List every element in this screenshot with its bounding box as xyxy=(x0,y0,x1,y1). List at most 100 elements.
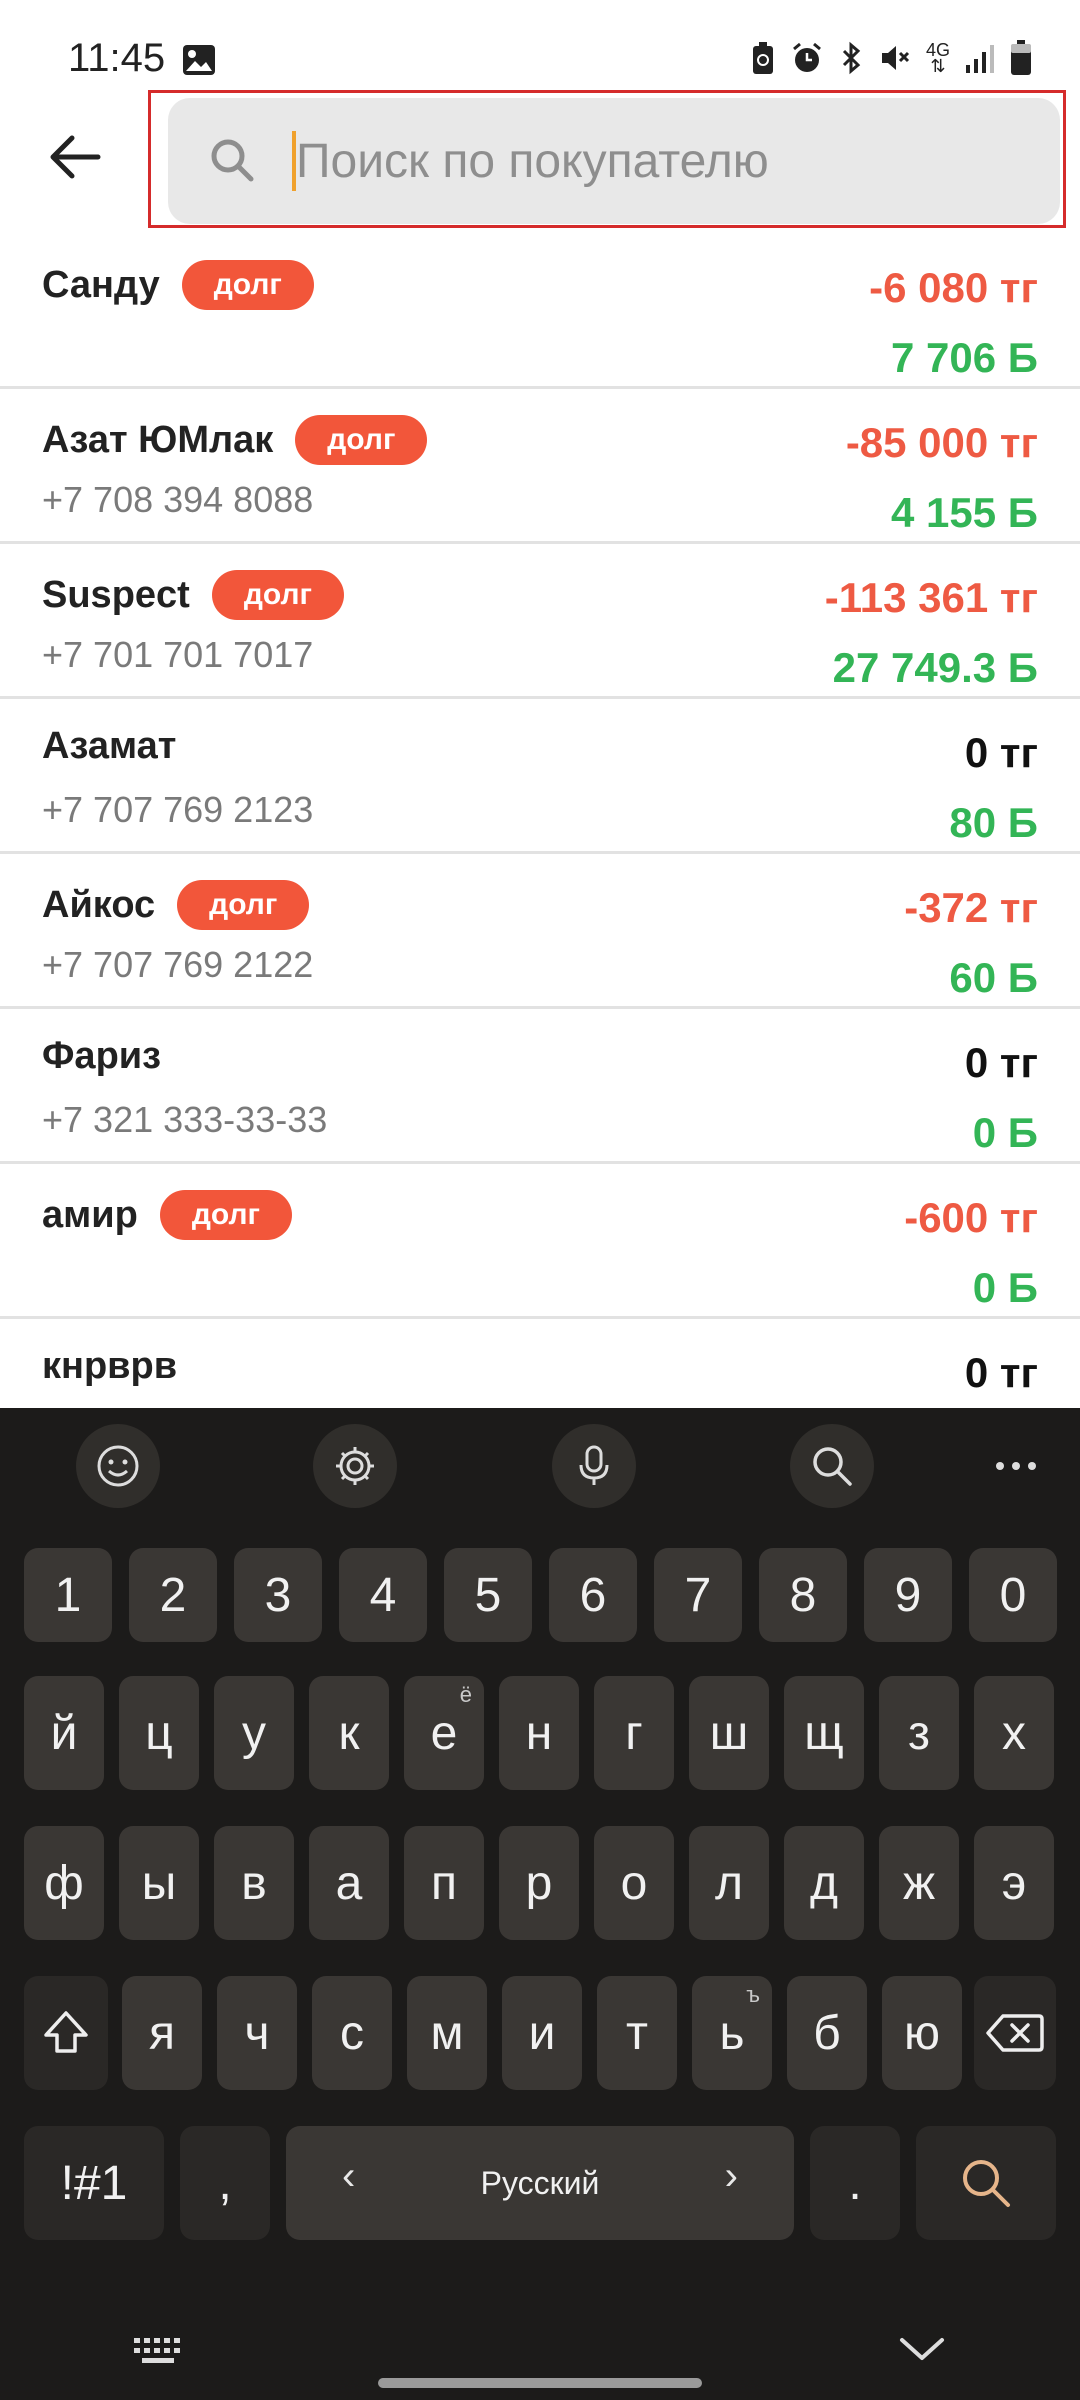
status-time: 11:45 xyxy=(68,36,166,80)
customer-balance: -85 000 тг xyxy=(845,419,1038,466)
key-letter[interactable]: й xyxy=(24,1676,104,1790)
customer-balance: 0 тг xyxy=(964,729,1038,776)
comma-key[interactable]: , xyxy=(180,2126,270,2240)
customer-row[interactable]: Азат ЮМлак долг +7 708 394 8088 -85 000 тг 4… xyxy=(0,389,1080,544)
key-letter[interactable]: ы xyxy=(119,1826,199,1940)
key-letter[interactable]: ш xyxy=(689,1676,769,1790)
key-label: . xyxy=(848,2156,862,2210)
space-key[interactable]: Русский ‹ › xyxy=(286,2126,794,2240)
key-letter[interactable]: д xyxy=(784,1826,864,1940)
cursor-right-icon[interactable]: › xyxy=(725,2154,738,2199)
key-letter[interactable]: а xyxy=(309,1826,389,1940)
key-letter[interactable]: б xyxy=(787,1976,867,2090)
key-letter[interactable]: п xyxy=(404,1826,484,1940)
key-label: 3 xyxy=(264,1568,292,1622)
customer-balance: -600 тг xyxy=(904,1194,1038,1241)
customer-bonus: 27 749.3 Б xyxy=(832,644,1038,691)
key-label: т xyxy=(626,2006,648,2060)
key-letter[interactable]: л xyxy=(689,1826,769,1940)
key-8[interactable]: 8 xyxy=(759,1548,847,1642)
key-7[interactable]: 7 xyxy=(654,1548,742,1642)
key-letter[interactable]: я xyxy=(122,1976,202,2090)
key-label: у xyxy=(242,1706,266,1760)
key-5[interactable]: 5 xyxy=(444,1548,532,1642)
customer-name-line: Азамат xyxy=(42,725,176,768)
key-6[interactable]: 6 xyxy=(549,1548,637,1642)
key-2[interactable]: 2 xyxy=(129,1548,217,1642)
backspace-key[interactable] xyxy=(974,1976,1056,2090)
key-1[interactable]: 1 xyxy=(24,1548,112,1642)
shift-key[interactable] xyxy=(24,1976,108,2090)
key-letter[interactable]: ьъ xyxy=(692,1976,772,2090)
more-icon[interactable] xyxy=(974,1424,1058,1508)
key-letter[interactable]: х xyxy=(974,1676,1054,1790)
key-letter[interactable]: щ xyxy=(784,1676,864,1790)
key-letter[interactable]: и xyxy=(502,1976,582,2090)
key-letter[interactable]: ц xyxy=(119,1676,199,1790)
key-4[interactable]: 4 xyxy=(339,1548,427,1642)
key-label: ж xyxy=(902,1856,936,1910)
key-letter[interactable]: з xyxy=(879,1676,959,1790)
key-letter[interactable]: ф xyxy=(24,1826,104,1940)
bluetooth-icon xyxy=(838,41,864,75)
key-letter[interactable]: р xyxy=(499,1826,579,1940)
key-letter[interactable]: т xyxy=(597,1976,677,2090)
key-letter[interactable]: ж xyxy=(879,1826,959,1940)
customer-name-line: Фариз xyxy=(42,1035,161,1078)
customer-name: Азамат xyxy=(42,725,177,767)
customer-row[interactable]: кнрврв 0 тг xyxy=(0,1319,1080,1408)
customer-row[interactable]: Санду долг -6 080 тг 7 706 Б xyxy=(0,234,1080,389)
search-box[interactable] xyxy=(168,98,1060,224)
key-letter[interactable]: ю xyxy=(882,1976,962,2090)
customer-name: Азат ЮМлак xyxy=(42,418,274,461)
gallery-icon xyxy=(182,44,216,81)
key-label: , xyxy=(218,2156,232,2210)
key-9[interactable]: 9 xyxy=(864,1548,952,1642)
key-letter[interactable]: ч xyxy=(217,1976,297,2090)
key-letter[interactable]: её xyxy=(404,1676,484,1790)
home-indicator[interactable] xyxy=(378,2378,702,2388)
customer-row[interactable]: амир долг -600 тг 0 Б xyxy=(0,1164,1080,1319)
customer-phone: +7 707 769 2122 xyxy=(42,944,314,985)
key-label: к xyxy=(338,1706,360,1760)
customer-bonus: 0 Б xyxy=(972,1264,1038,1311)
key-letter[interactable]: к xyxy=(309,1676,389,1790)
customer-name: Айкос xyxy=(42,883,156,926)
key-label: с xyxy=(340,2006,364,2060)
keyboard-search-icon[interactable] xyxy=(790,1424,874,1508)
key-3[interactable]: 3 xyxy=(234,1548,322,1642)
period-key[interactable]: . xyxy=(810,2126,900,2240)
emoji-icon[interactable] xyxy=(76,1424,160,1508)
customer-row[interactable]: Suspect долг +7 701 701 7017 -113 361 тг 27 … xyxy=(0,544,1080,699)
keyboard-switch-icon[interactable] xyxy=(132,2336,184,2371)
key-0[interactable]: 0 xyxy=(969,1548,1057,1642)
hide-keyboard-icon[interactable] xyxy=(898,2332,946,2371)
key-letter[interactable]: в xyxy=(214,1826,294,1940)
symbols-key[interactable]: !#1 xyxy=(24,2126,164,2240)
key-label: я xyxy=(149,2006,175,2060)
customer-balance: 0 тг xyxy=(964,1349,1038,1396)
key-label: 1 xyxy=(54,1568,82,1622)
search-action-key[interactable] xyxy=(916,2126,1056,2240)
key-letter[interactable]: н xyxy=(499,1676,579,1790)
key-letter[interactable]: г xyxy=(594,1676,674,1790)
customer-list: Санду долг -6 080 тг 7 706 Б Азат ЮМлак долг +… xyxy=(0,234,1080,1408)
customer-row[interactable]: Азамат +7 707 769 2123 0 тг 80 Б xyxy=(0,699,1080,854)
key-letter[interactable]: у xyxy=(214,1676,294,1790)
key-label: 2 xyxy=(159,1568,187,1622)
key-letter[interactable]: м xyxy=(407,1976,487,2090)
key-label: и xyxy=(528,2006,556,2060)
key-letter[interactable]: э xyxy=(974,1826,1054,1940)
cursor-left-icon[interactable]: ‹ xyxy=(342,2154,355,2199)
key-hint: ъ xyxy=(746,1982,760,2007)
customer-row[interactable]: Фариз +7 321 333-33-33 0 тг 0 Б xyxy=(0,1009,1080,1164)
key-letter[interactable]: с xyxy=(312,1976,392,2090)
settings-icon[interactable] xyxy=(313,1424,397,1508)
search-input[interactable] xyxy=(294,120,1018,202)
back-button[interactable] xyxy=(40,122,110,192)
key-letter[interactable]: о xyxy=(594,1826,674,1940)
microphone-icon[interactable] xyxy=(552,1424,636,1508)
customer-name: Фариз xyxy=(42,1035,162,1077)
customer-row[interactable]: Айкос долг +7 707 769 2122 -372 тг 60 Б xyxy=(0,854,1080,1009)
battery-icon xyxy=(1010,40,1032,76)
